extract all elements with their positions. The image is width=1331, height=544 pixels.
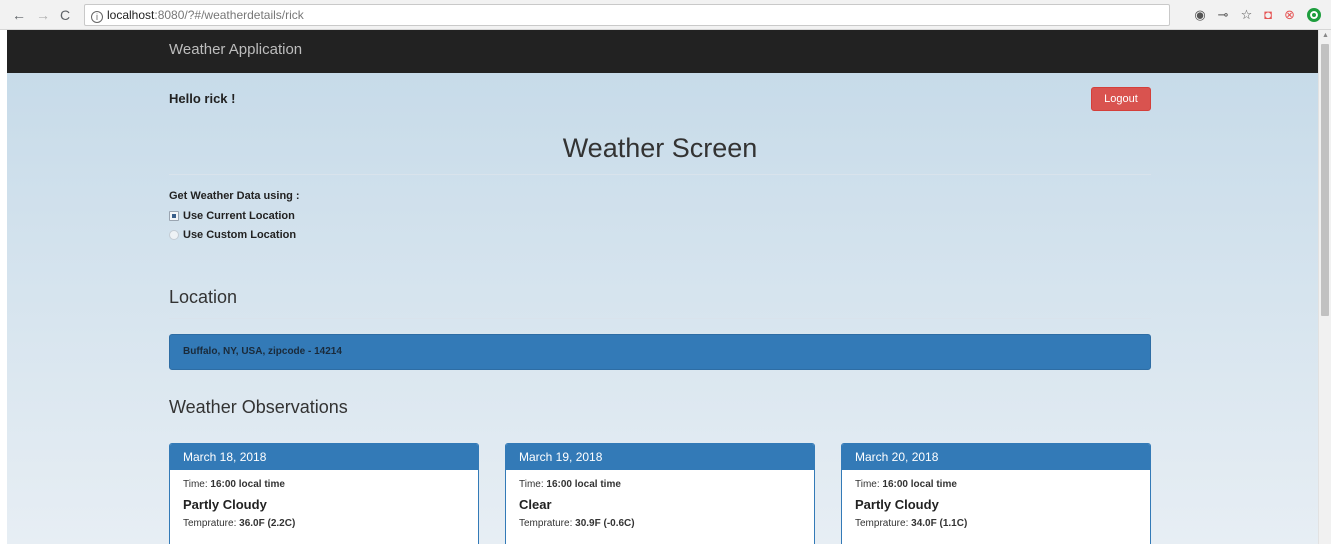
main-container: Hello rick ! Logout Weather Screen Get W…	[169, 73, 1151, 544]
opera-icon[interactable]	[1307, 8, 1321, 22]
time-label: Time:	[519, 479, 547, 490]
current-location-label: Use Current Location	[183, 210, 295, 222]
card-temperature: Temprature: 36.0F (2.2C)	[183, 518, 465, 529]
location-panel: Buffalo, NY, USA, zipcode - 14214	[169, 334, 1151, 370]
card-body: Time: 16:00 local time Clear Temprature:…	[506, 470, 814, 538]
day-card: March 18, 2018 Time: 16:00 local time Pa…	[169, 443, 479, 544]
temp-value: 36.0F (2.2C)	[239, 518, 296, 529]
page-content: Hello rick ! Logout Weather Screen Get W…	[7, 73, 1318, 544]
custom-location-radio[interactable]	[169, 230, 179, 240]
forward-arrow-icon[interactable]: →	[36, 6, 50, 24]
temp-label: Temprature:	[183, 518, 240, 529]
temp-value: 30.9F (-0.6C)	[575, 518, 635, 529]
source-label: Get Weather Data using :	[169, 190, 300, 202]
card-date: March 18, 2018	[170, 444, 478, 470]
back-arrow-icon[interactable]: ←	[12, 6, 26, 24]
scrollbar-thumb[interactable]	[1321, 44, 1329, 316]
current-location-option[interactable]: Use Current Location	[169, 210, 295, 222]
location-divider	[169, 318, 1151, 319]
card-date: March 19, 2018	[506, 444, 814, 470]
key-icon[interactable]: ⊸	[1218, 6, 1229, 24]
time-label: Time:	[183, 479, 211, 490]
user-greeting: Hello rick !	[169, 91, 236, 106]
time-value: 16:00 local time	[546, 479, 621, 490]
day-card: March 20, 2018 Time: 16:00 local time Pa…	[841, 443, 1151, 544]
url-path: :8080/?#/weatherdetails/rick	[154, 8, 304, 22]
address-bar[interactable]: i localhost:8080/?#/weatherdetails/rick	[84, 4, 1170, 26]
card-date: March 20, 2018	[842, 444, 1150, 470]
card-condition: Clear	[519, 497, 552, 512]
card-time: Time: 16:00 local time	[519, 479, 801, 490]
day-card: March 19, 2018 Time: 16:00 local time Cl…	[505, 443, 815, 544]
url-host: localhost	[107, 8, 155, 22]
logout-button[interactable]: Logout	[1091, 87, 1151, 111]
location-heading: Location	[169, 287, 238, 307]
info-icon[interactable]: i	[91, 11, 103, 23]
temp-label: Temprature:	[519, 518, 576, 529]
card-temperature: Temprature: 30.9F (-0.6C)	[519, 518, 801, 529]
title-divider	[169, 174, 1151, 175]
time-value: 16:00 local time	[210, 479, 285, 490]
custom-location-option[interactable]: Use Custom Location	[169, 229, 296, 241]
temp-value: 34.0F (1.1C)	[911, 518, 968, 529]
card-condition: Partly Cloudy	[855, 497, 939, 512]
temp-label: Temprature:	[855, 518, 912, 529]
card-condition: Partly Cloudy	[183, 497, 267, 512]
browser-toolbar: ← → C i localhost:8080/?#/weatherdetails/…	[0, 0, 1331, 30]
card-time: Time: 16:00 local time	[183, 479, 465, 490]
navbar-brand[interactable]: Weather Application	[169, 41, 302, 58]
observations-heading: Weather Observations	[169, 397, 348, 417]
page-scrollbar[interactable]: ▲	[1318, 30, 1331, 544]
location-icon[interactable]: ◉	[1194, 6, 1205, 24]
current-location-radio[interactable]	[169, 211, 179, 221]
card-time: Time: 16:00 local time	[855, 479, 1137, 490]
custom-location-label: Use Custom Location	[183, 229, 297, 241]
scroll-up-arrow-icon[interactable]: ▲	[1322, 32, 1329, 39]
app-navbar: Weather Application	[7, 30, 1318, 73]
page-title: Weather Screen	[562, 133, 758, 163]
extension-icon[interactable]: ⊗	[1284, 6, 1295, 24]
pocket-icon[interactable]: ◘	[1264, 6, 1272, 24]
time-label: Time:	[855, 479, 883, 490]
card-body: Time: 16:00 local time Partly Cloudy Tem…	[842, 470, 1150, 538]
time-value: 16:00 local time	[882, 479, 957, 490]
star-icon[interactable]: ☆	[1241, 6, 1253, 24]
card-temperature: Temprature: 34.0F (1.1C)	[855, 518, 1137, 529]
extension-icons: ◉ ⊸ ☆ ◘ ⊗	[1194, 6, 1321, 24]
card-body: Time: 16:00 local time Partly Cloudy Tem…	[170, 470, 478, 538]
reload-icon[interactable]: C	[60, 6, 70, 24]
